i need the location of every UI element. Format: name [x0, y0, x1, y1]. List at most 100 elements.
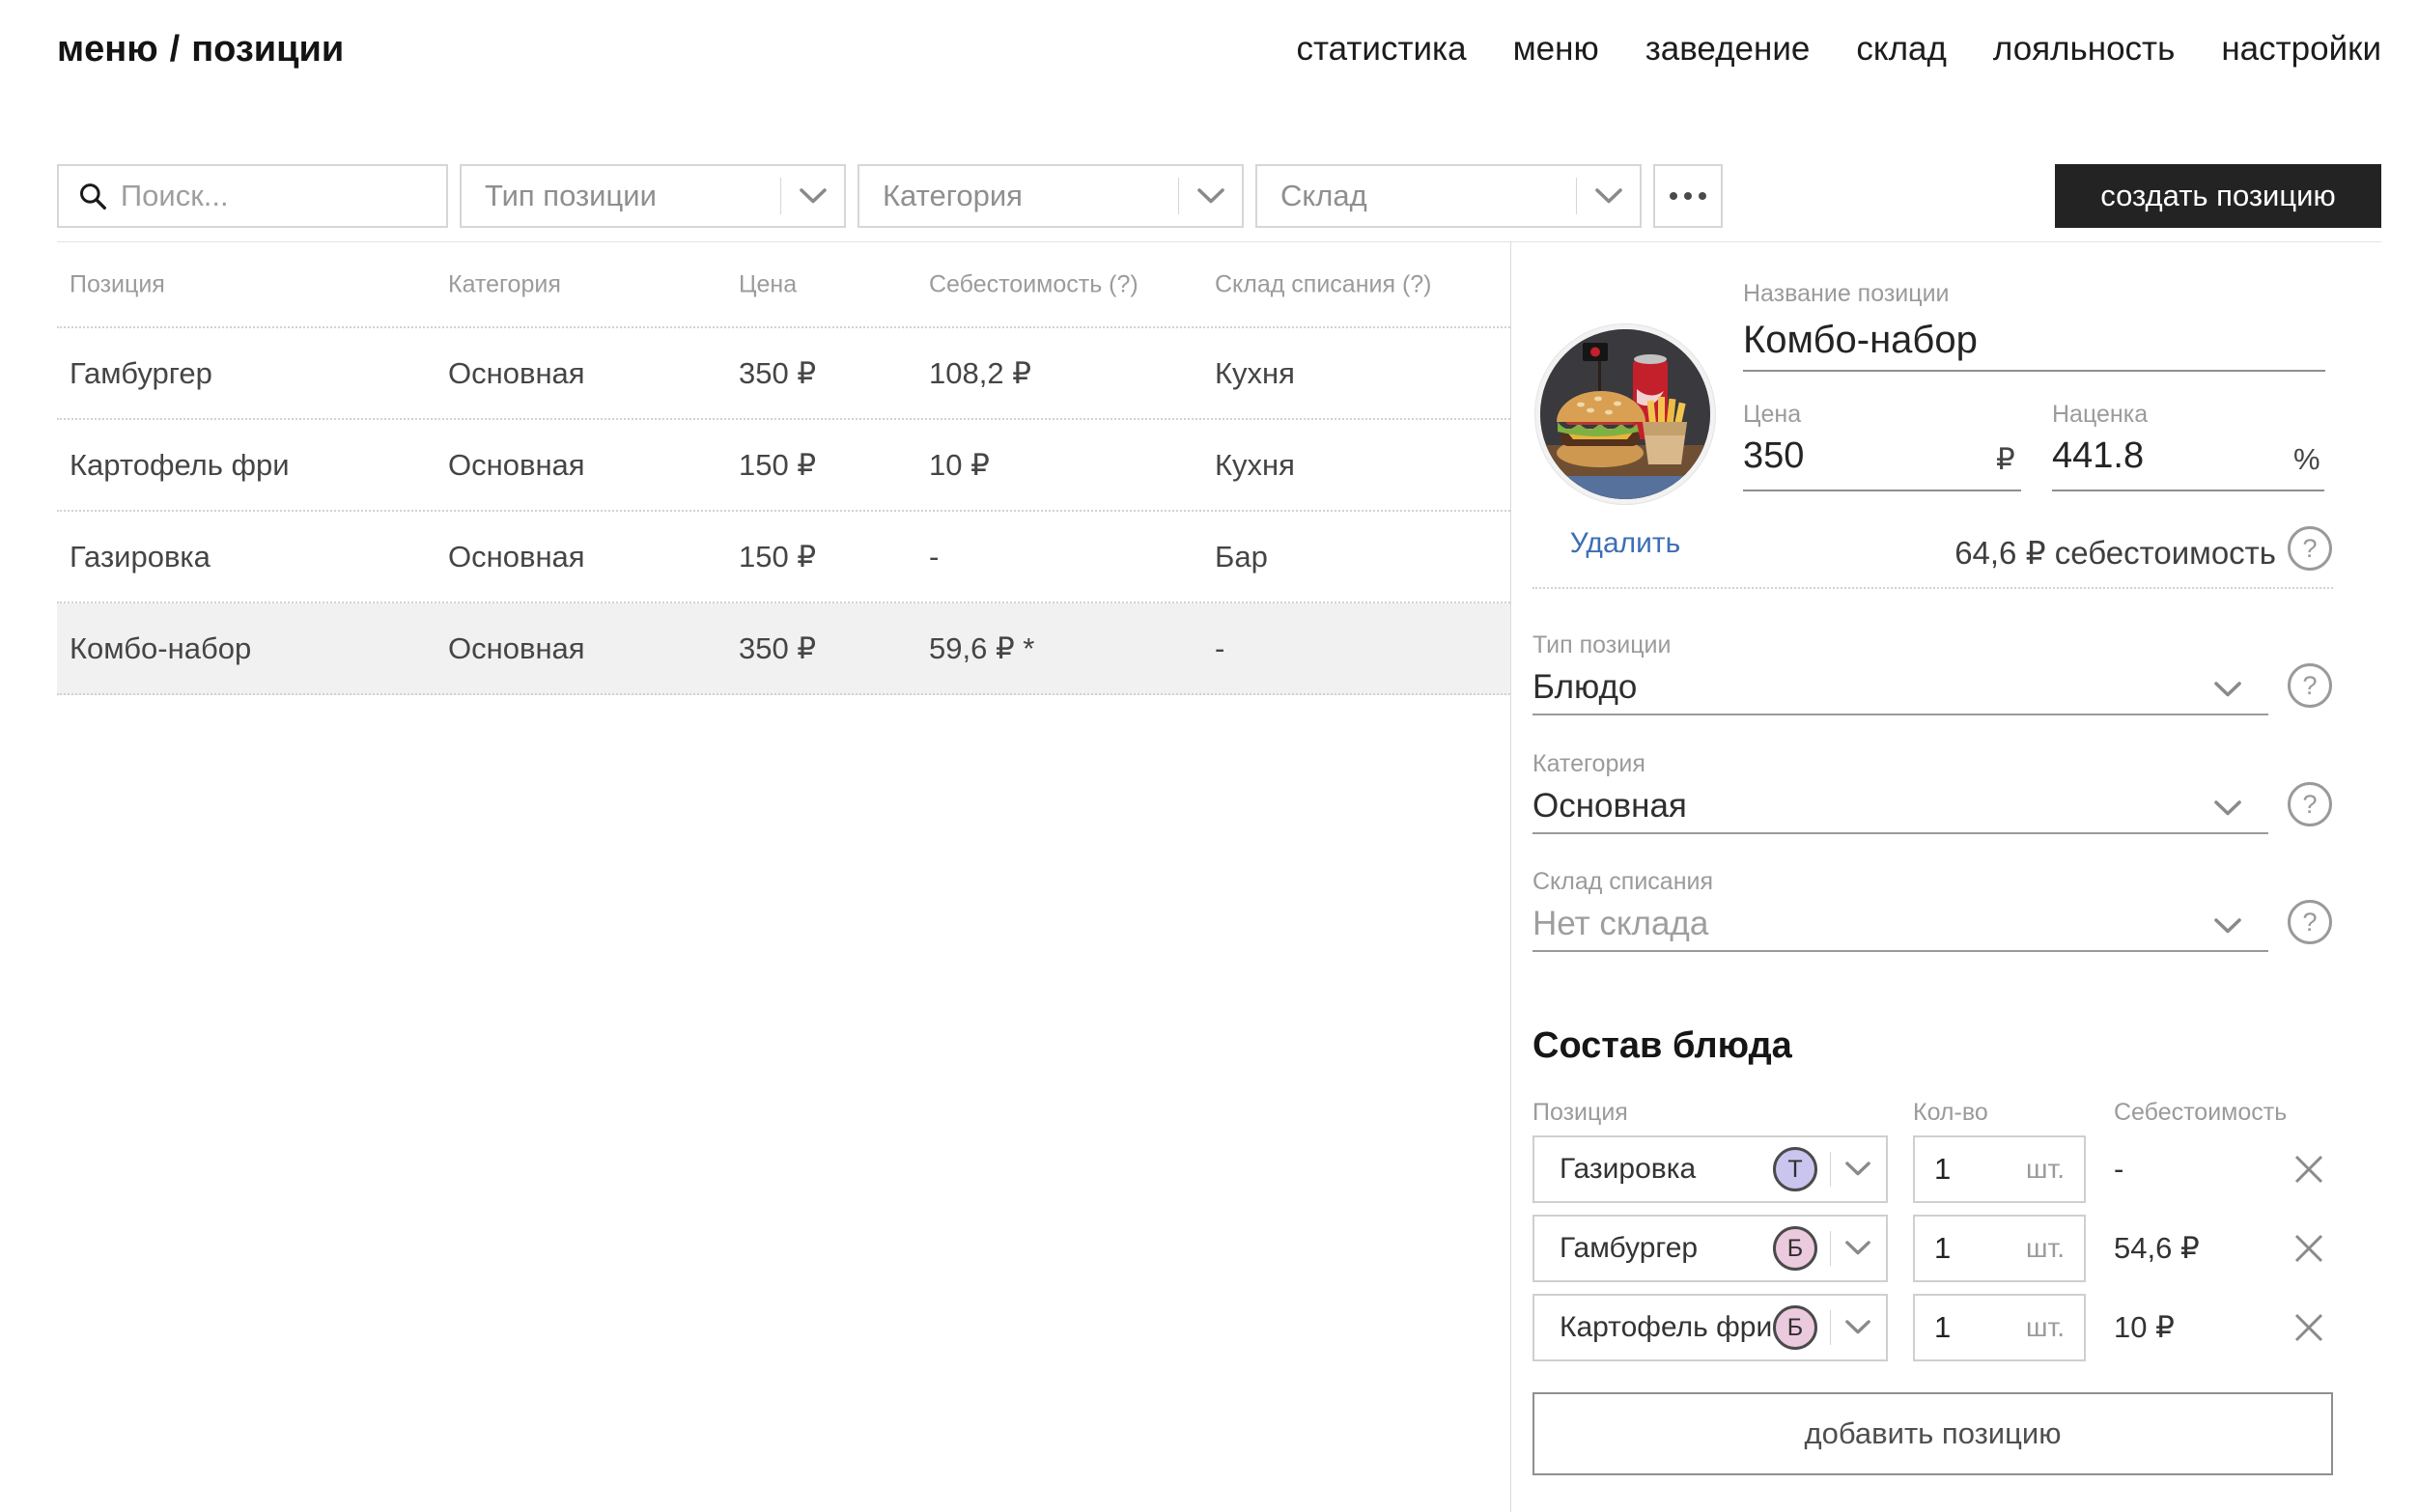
type-select[interactable]: Блюдо — [1532, 668, 1637, 707]
warehouse-filter-dropdown[interactable]: Склад — [1255, 164, 1642, 228]
chevron-down-icon — [1197, 188, 1224, 205]
ingredient-type-badge: Б — [1773, 1305, 1817, 1350]
add-ingredient-button[interactable]: добавить позицию — [1532, 1392, 2333, 1475]
cost-summary-text: 64,6 ₽ себестоимость — [1743, 534, 2276, 572]
composition-row: Гамбургер Б шт. 54,6 ₽ — [1532, 1215, 2333, 1282]
price-field-value[interactable]: 350 — [1743, 435, 1804, 477]
composition-col-cost: Себестоимость — [2114, 1099, 2287, 1127]
cell-position: Гамбургер — [70, 356, 212, 391]
ellipsis-icon — [1670, 192, 1677, 200]
category-filter-controls — [1178, 166, 1242, 226]
divider — [1830, 1231, 1831, 1266]
composition-col-position: Позиция — [1532, 1099, 1628, 1127]
ellipsis-icon — [1699, 192, 1706, 200]
table-row-selected[interactable]: Комбо-набор Основная 350 ₽ 59,6 ₽ * - — [57, 603, 1510, 695]
help-icon[interactable]: ? — [2288, 782, 2332, 826]
type-filter-dropdown[interactable]: Тип позиции — [460, 164, 846, 228]
nav-item-venue[interactable]: заведение — [1645, 30, 1811, 69]
help-icon[interactable]: ? — [2288, 663, 2332, 708]
cell-warehouse: Кухня — [1215, 448, 1295, 483]
positions-table: Позиция Категория Цена Себестоимость (?)… — [57, 242, 1510, 695]
category-filter-dropdown[interactable]: Категория — [858, 164, 1244, 228]
cell-cost: - — [929, 540, 939, 574]
table-header-row: Позиция Категория Цена Себестоимость (?)… — [57, 242, 1510, 328]
cell-category: Основная — [448, 540, 585, 574]
divider — [780, 178, 781, 214]
breadcrumb-section: меню — [57, 29, 158, 70]
ingredient-cost: - — [2114, 1135, 2123, 1203]
quantity-unit: шт. — [2026, 1233, 2065, 1264]
quantity-input[interactable] — [1934, 1152, 1992, 1187]
cell-cost: 59,6 ₽ * — [929, 631, 1034, 666]
name-field-underline — [1743, 370, 2325, 372]
price-field-label: Цена — [1743, 401, 1801, 429]
cell-category: Основная — [448, 356, 585, 391]
ingredient-type-badge: Б — [1773, 1226, 1817, 1271]
position-detail-panel: Удалить Название позиции Комбо-набор Цен… — [1532, 241, 2333, 1512]
nav-item-menu[interactable]: меню — [1513, 30, 1599, 69]
chevron-down-icon — [1845, 1241, 1870, 1256]
nav-item-settings[interactable]: настройки — [2221, 30, 2381, 69]
composition-col-qty: Кол-во — [1913, 1099, 1988, 1127]
column-header-cost: Себестоимость (?) — [929, 270, 1139, 298]
table-row[interactable]: Картофель фри Основная 150 ₽ 10 ₽ Кухня — [57, 420, 1510, 512]
markup-field-value[interactable]: 441.8 — [2052, 435, 2144, 477]
price-currency-suffix: ₽ — [1996, 442, 2015, 477]
warehouse-filter-controls — [1576, 166, 1640, 226]
quantity-box: шт. — [1913, 1135, 2086, 1203]
cell-price: 350 ₽ — [739, 356, 816, 391]
cell-position: Картофель фри — [70, 448, 290, 483]
breadcrumb-separator: / — [170, 29, 181, 70]
chevron-down-icon — [2214, 682, 2241, 698]
dish-photo[interactable] — [1535, 324, 1715, 504]
section-separator — [1532, 587, 2333, 589]
composition-row: Картофель фри Б шт. 10 ₽ — [1532, 1294, 2333, 1361]
type-field-label: Тип позиции — [1532, 631, 1671, 659]
table-row[interactable]: Гамбургер Основная 350 ₽ 108,2 ₽ Кухня — [57, 328, 1510, 420]
quantity-input[interactable] — [1934, 1310, 1992, 1345]
breadcrumb: меню/позиции — [57, 29, 344, 70]
close-icon — [2291, 1231, 2326, 1266]
type-filter-label: Тип позиции — [485, 179, 657, 213]
combo-meal-photo-illustration — [1540, 329, 1710, 499]
column-header-warehouse: Склад списания (?) — [1215, 270, 1432, 298]
composition-title: Состав блюда — [1532, 1025, 1792, 1067]
chevron-down-icon — [2214, 918, 2241, 935]
cell-warehouse: Кухня — [1215, 356, 1295, 391]
ingredient-select[interactable]: Гамбургер Б — [1532, 1215, 1888, 1282]
create-position-button[interactable]: создать позицию — [2055, 164, 2381, 228]
nav-item-loyalty[interactable]: лояльность — [1993, 30, 2175, 69]
help-icon[interactable]: ? — [2288, 526, 2332, 571]
ingredient-select[interactable]: Газировка Т — [1532, 1135, 1888, 1203]
nav-item-warehouse[interactable]: склад — [1856, 30, 1947, 69]
chevron-down-icon — [1595, 188, 1622, 205]
price-field-underline — [1743, 490, 2021, 491]
category-select[interactable]: Основная — [1532, 787, 1687, 826]
filter-bar: Тип позиции Категория Склад создать пози… — [57, 164, 2381, 228]
nav-item-statistics[interactable]: статистика — [1297, 30, 1467, 69]
name-field-value[interactable]: Комбо-набор — [1743, 319, 1978, 362]
warehouse-select[interactable]: Нет склада — [1532, 905, 1708, 943]
remove-ingredient-button[interactable] — [2291, 1231, 2326, 1266]
cell-price: 150 ₽ — [739, 540, 816, 574]
cell-category: Основная — [448, 448, 585, 483]
cell-price: 350 ₽ — [739, 631, 816, 666]
ingredient-select[interactable]: Картофель фри Б — [1532, 1294, 1888, 1361]
more-filters-button[interactable] — [1653, 164, 1723, 228]
cell-category: Основная — [448, 631, 585, 666]
close-icon — [2291, 1310, 2326, 1345]
cell-position: Комбо-набор — [70, 631, 251, 666]
column-header-category: Категория — [448, 270, 561, 298]
menu-positions-page: меню/позиции статистика меню заведение с… — [0, 0, 2418, 1512]
remove-ingredient-button[interactable] — [2291, 1310, 2326, 1345]
remove-ingredient-button[interactable] — [2291, 1152, 2326, 1187]
search-input[interactable] — [121, 179, 429, 213]
table-row[interactable]: Газировка Основная 150 ₽ - Бар — [57, 512, 1510, 603]
cell-price: 150 ₽ — [739, 448, 816, 483]
quantity-box: шт. — [1913, 1215, 2086, 1282]
help-icon[interactable]: ? — [2288, 900, 2332, 944]
chevron-down-icon — [800, 188, 827, 205]
markup-unit-suffix: % — [2293, 442, 2320, 477]
delete-photo-link[interactable]: Удалить — [1535, 527, 1715, 560]
quantity-input[interactable] — [1934, 1231, 1992, 1266]
